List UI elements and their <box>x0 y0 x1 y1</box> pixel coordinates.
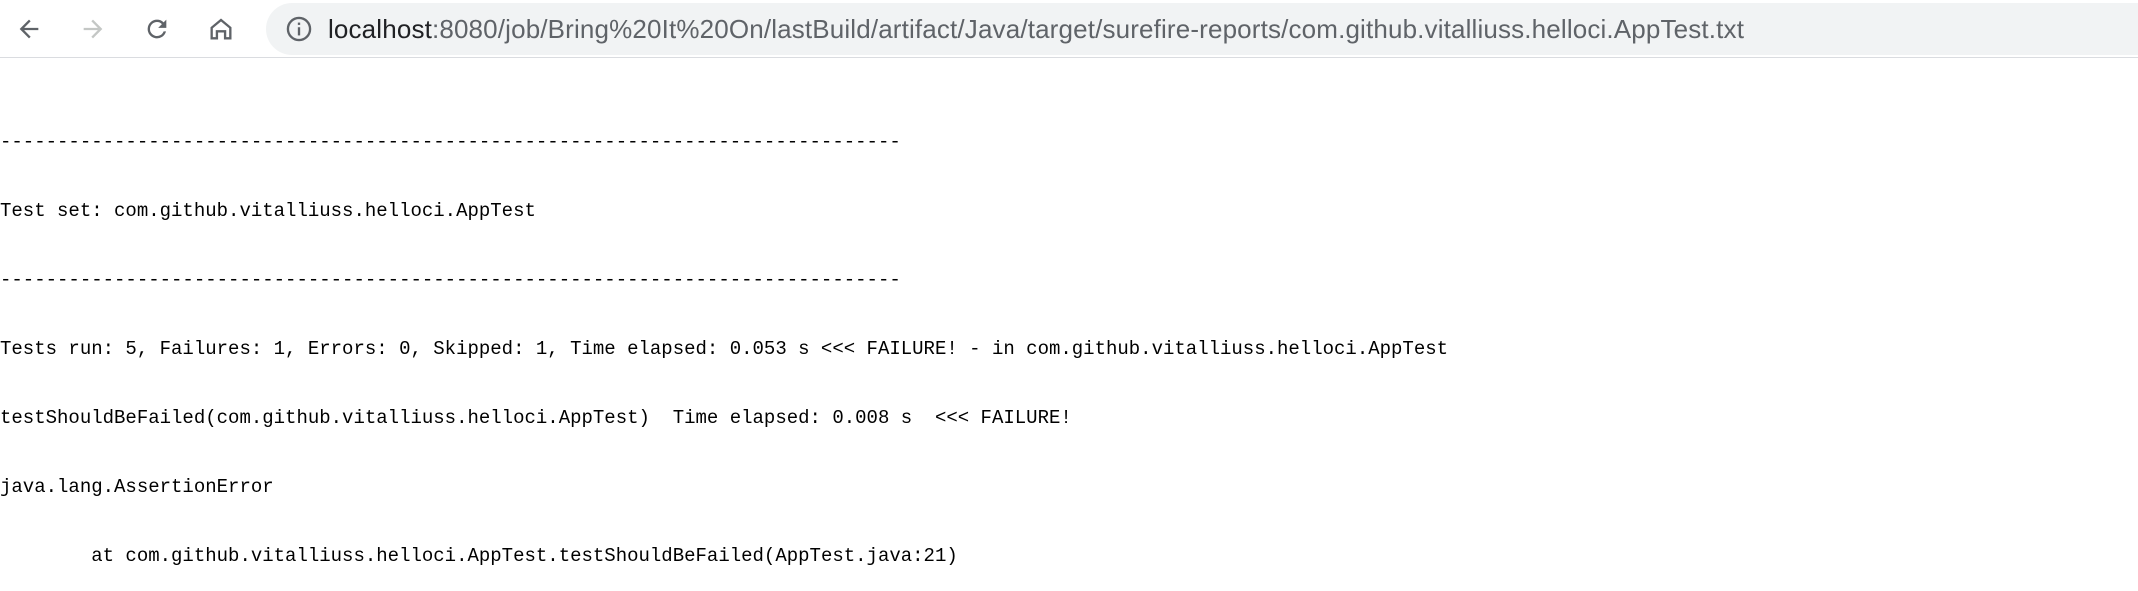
browser-toolbar: localhost:8080/job/Bring%20It%20On/lastB… <box>0 0 2138 58</box>
address-bar[interactable]: localhost:8080/job/Bring%20It%20On/lastB… <box>266 3 2138 55</box>
summary-line: Tests run: 5, Failures: 1, Errors: 0, Sk… <box>0 338 1449 360</box>
url-path: :8080/job/Bring%20It%20On/lastBuild/arti… <box>431 13 1745 44</box>
error-type-line: java.lang.AssertionError <box>0 476 274 498</box>
url-text[interactable]: localhost:8080/job/Bring%20It%20On/lastB… <box>328 14 1744 45</box>
info-icon <box>286 16 312 42</box>
stack-trace-line: at com.github.vitalliuss.helloci.AppTest… <box>0 545 958 567</box>
separator-line: ----------------------------------------… <box>0 131 901 153</box>
home-icon <box>210 18 232 40</box>
test-set-line: Test set: com.github.vitalliuss.helloci.… <box>0 200 536 222</box>
separator-line: ----------------------------------------… <box>0 269 901 291</box>
reload-icon <box>147 19 167 39</box>
back-button[interactable] <box>9 9 49 49</box>
arrow-right-icon <box>83 19 103 39</box>
failed-test-line: testShouldBeFailed(com.github.vitalliuss… <box>0 407 1072 429</box>
site-info-button[interactable] <box>284 14 314 44</box>
forward-button[interactable] <box>73 9 113 49</box>
home-button[interactable] <box>201 9 241 49</box>
report-content: ----------------------------------------… <box>0 85 1448 591</box>
reload-button[interactable] <box>137 9 177 49</box>
arrow-left-icon <box>19 19 39 39</box>
url-host: localhost <box>328 13 432 44</box>
